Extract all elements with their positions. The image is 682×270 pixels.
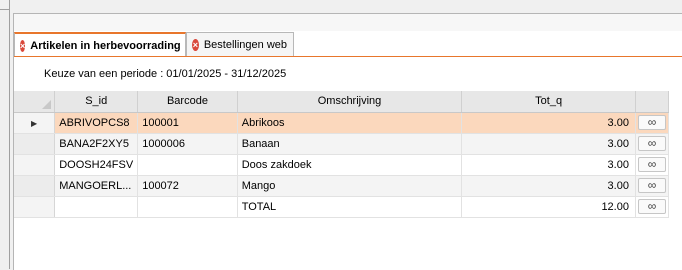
- cell-omschrijving[interactable]: Banaan: [237, 133, 463, 155]
- tab-underline: [14, 56, 682, 57]
- cell-tot-q[interactable]: 3.00: [461, 112, 636, 134]
- table-row[interactable]: DOOSH24FSV Doos zakdoek 3.00 ∞: [14, 154, 670, 176]
- cell-tot-q[interactable]: 3.00: [461, 133, 636, 155]
- row-indicator[interactable]: [14, 154, 56, 176]
- table-row[interactable]: BANA2F2XY5 1000006 Banaan 3.00 ∞: [14, 133, 670, 155]
- cell-action: ∞: [635, 112, 670, 134]
- row-indicator[interactable]: [14, 133, 56, 155]
- tab-artikelen-in-herbevoorrading[interactable]: × Artikelen in herbevoorrading: [14, 32, 186, 57]
- column-header-s-id[interactable]: S_id: [54, 91, 139, 113]
- cell-tot-q[interactable]: 3.00: [461, 154, 636, 176]
- current-row-arrow-icon: ▶: [31, 118, 38, 128]
- period-label: Keuze van een periode : 01/01/2025 - 31/…: [44, 68, 287, 80]
- column-header-barcode[interactable]: Barcode: [137, 91, 238, 113]
- column-header-action: [635, 91, 670, 113]
- table-row[interactable]: ▶ ABRIVOPCS8 100001 Abrikoos 3.00 ∞: [14, 112, 670, 134]
- window-frame-top: [0, 9, 9, 10]
- tab-label: Bestellingen web: [203, 38, 287, 51]
- cell-barcode[interactable]: 100001: [137, 112, 238, 134]
- cell-action: ∞: [635, 175, 670, 197]
- cell-s-id[interactable]: ABRIVOPCS8: [54, 112, 139, 134]
- column-header-tot-q[interactable]: Tot_q: [461, 91, 636, 113]
- window-frame-left: [9, 0, 10, 269]
- cell-omschrijving[interactable]: Mango: [237, 175, 463, 197]
- cell-barcode[interactable]: [137, 196, 238, 218]
- glasses-icon[interactable]: ∞: [637, 178, 666, 193]
- panel-header: [14, 14, 682, 31]
- cell-action: ∞: [635, 133, 670, 155]
- table-row-total[interactable]: TOTAL 12.00 ∞: [14, 196, 670, 218]
- glasses-icon[interactable]: ∞: [637, 199, 666, 214]
- grid-header-row: S_id Barcode Omschrijving Tot_q: [14, 91, 670, 113]
- glasses-icon[interactable]: ∞: [637, 136, 666, 151]
- cell-tot-q[interactable]: 3.00: [461, 175, 636, 197]
- row-indicator[interactable]: [14, 196, 56, 218]
- cell-action: ∞: [635, 196, 670, 218]
- cell-s-id[interactable]: MANGOERL...: [54, 175, 139, 197]
- cell-tot-q[interactable]: 12.00: [461, 196, 636, 218]
- cell-s-id[interactable]: DOOSH24FSV: [54, 154, 139, 176]
- cell-barcode[interactable]: 1000006: [137, 133, 238, 155]
- tab-label: Artikelen in herbevoorrading: [30, 39, 181, 52]
- cell-action: ∞: [635, 154, 670, 176]
- glasses-icon[interactable]: ∞: [637, 115, 666, 130]
- row-indicator[interactable]: ▶: [14, 112, 56, 134]
- grid-corner-select-all[interactable]: [14, 91, 56, 113]
- cell-omschrijving[interactable]: TOTAL: [237, 196, 463, 218]
- data-grid: S_id Barcode Omschrijving Tot_q ▶ ABRIVO…: [14, 91, 670, 218]
- column-header-omschrijving[interactable]: Omschrijving: [237, 91, 463, 113]
- table-row[interactable]: MANGOERL... 100072 Mango 3.00 ∞: [14, 175, 670, 197]
- glasses-icon[interactable]: ∞: [637, 157, 666, 172]
- cell-omschrijving[interactable]: Abrikoos: [237, 112, 463, 134]
- cell-s-id[interactable]: [54, 196, 139, 218]
- tab-bestellingen-web[interactable]: × Bestellingen web: [186, 32, 294, 56]
- cell-omschrijving[interactable]: Doos zakdoek: [237, 154, 463, 176]
- close-icon[interactable]: ×: [192, 38, 199, 51]
- cell-barcode[interactable]: [137, 154, 238, 176]
- cell-s-id[interactable]: BANA2F2XY5: [54, 133, 139, 155]
- cell-barcode[interactable]: 100072: [137, 175, 238, 197]
- row-indicator[interactable]: [14, 175, 56, 197]
- close-icon[interactable]: ×: [20, 39, 26, 52]
